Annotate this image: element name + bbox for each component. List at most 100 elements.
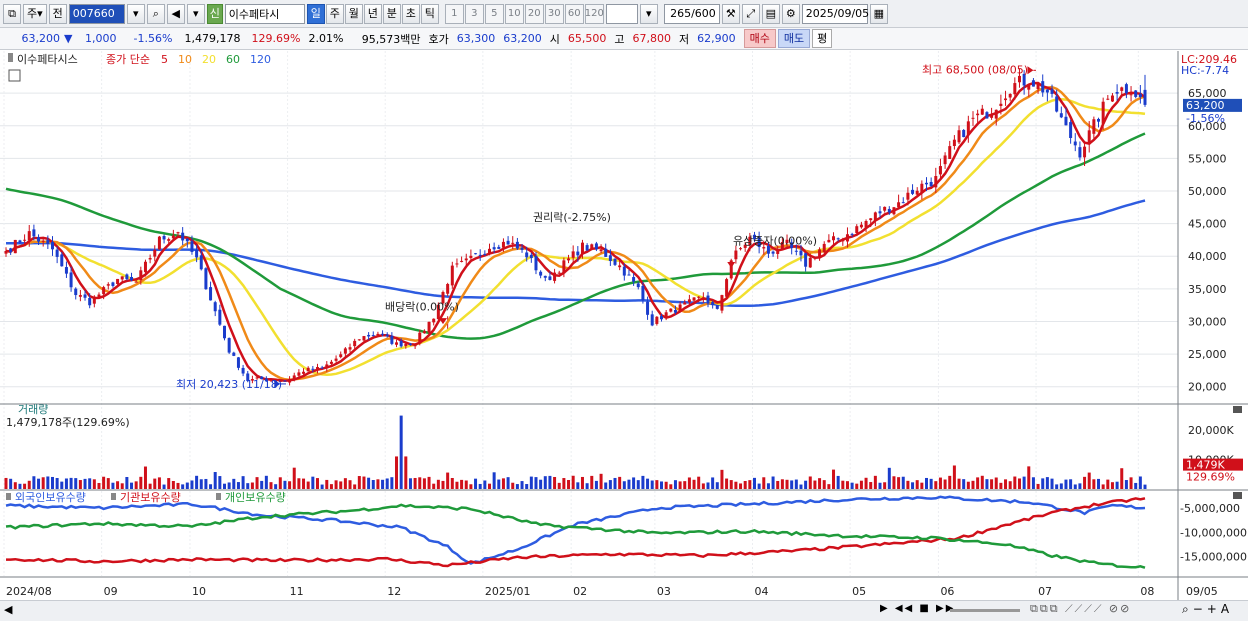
candle-body — [27, 231, 31, 241]
minute-tab-30[interactable]: 30 — [544, 3, 564, 24]
volume-bar — [534, 477, 538, 489]
x-tick-label: 04 — [754, 585, 768, 598]
volume-bar — [264, 475, 268, 489]
minute-tab-120[interactable]: 120 — [585, 3, 604, 24]
minute-tab-60[interactable]: 60 — [564, 3, 584, 24]
count-field[interactable]: 265/600 — [663, 3, 720, 24]
last-price-label: 63,200 — [1186, 99, 1225, 112]
candle-body — [302, 371, 306, 374]
code-input[interactable]: 007660 — [68, 3, 125, 24]
tools-icon[interactable]: ⚒ — [721, 3, 740, 24]
volume-bar — [897, 477, 901, 489]
volume-panel-close-icon — [1233, 406, 1242, 413]
last-price-pct: -1.56% — [1186, 112, 1225, 125]
volume-ratio: 129.69% — [251, 32, 301, 45]
volume-bar — [869, 482, 873, 489]
volume-bar — [432, 483, 436, 489]
period-tab-5[interactable]: 초 — [401, 3, 420, 24]
candle-body — [1143, 89, 1147, 105]
minute-tab-20[interactable]: 20 — [524, 3, 544, 24]
zoom-slider[interactable] — [950, 609, 1020, 612]
volume-title: 거래량 — [18, 403, 48, 416]
x-tick-label: 06 — [940, 585, 954, 598]
save-icon[interactable]: ▤ — [761, 3, 780, 24]
search-icon[interactable]: ⌕ — [146, 3, 165, 24]
candle-body — [23, 239, 27, 241]
candle-body — [794, 250, 798, 252]
candle-body — [1134, 90, 1138, 97]
volume-bar — [474, 478, 478, 489]
candle-body — [683, 302, 687, 305]
period-tab-4[interactable]: 분 — [382, 3, 401, 24]
volume-bar — [822, 480, 826, 489]
minute-custom-input[interactable] — [605, 3, 638, 24]
open-price: 65,500 — [567, 32, 607, 45]
volume-bar — [618, 476, 622, 489]
volume-bar — [962, 479, 966, 489]
candle-body — [102, 287, 106, 295]
calendar-icon[interactable]: ▦ — [869, 3, 888, 24]
minute-tab-5[interactable]: 5 — [484, 3, 504, 24]
period-tab-1[interactable]: 주 — [325, 3, 344, 24]
prev-button[interactable]: 전 — [48, 3, 67, 24]
draw-icon[interactable]: ⤢ — [741, 3, 760, 24]
chart-area[interactable]: 65,00060,00055,00050,00045,00040,00035,0… — [0, 51, 1248, 600]
candle-body — [576, 251, 580, 256]
volume-bar — [929, 478, 933, 489]
volume-bar — [887, 467, 891, 489]
period-tab-2[interactable]: 월 — [344, 3, 363, 24]
speaker-icon[interactable]: ◀ — [166, 3, 185, 24]
x-tick-label: 08 — [1140, 585, 1154, 598]
window-icon[interactable]: ⧉ — [3, 3, 21, 24]
stock-name-field[interactable]: 이수페타시 — [224, 3, 305, 24]
volume-bar — [938, 477, 942, 489]
candle-body — [432, 318, 436, 323]
candle-body — [288, 379, 292, 383]
candle-body — [529, 254, 533, 259]
volume-bar — [185, 482, 189, 489]
volume-bar — [715, 482, 719, 489]
period-tab-0[interactable]: 일 — [306, 3, 325, 24]
period-tab-6[interactable]: 틱 — [420, 3, 439, 24]
volume-bar — [501, 478, 505, 489]
speaker-dropdown-icon[interactable]: ▾ — [186, 3, 205, 24]
chart-tool-icons[interactable]: ⧉⧉⧉ ⟋⟋⟋⟋ ⊘⊘ — [1030, 602, 1131, 616]
volume-bar — [1083, 476, 1087, 489]
playback-controls-icon[interactable]: ▶ ◀◀ ■ ▶▶ — [880, 603, 955, 614]
gear-icon[interactable]: ⚙ — [781, 3, 800, 24]
volume-bar — [1110, 482, 1114, 489]
volume-bar — [46, 476, 50, 489]
avg-button[interactable]: 평 — [812, 29, 833, 48]
candle-body — [678, 304, 682, 311]
market-select[interactable]: 주 ▾ — [23, 3, 47, 24]
credit-badge: 신 — [206, 3, 223, 24]
period-tab-3[interactable]: 년 — [363, 3, 382, 24]
scroll-left-icon[interactable]: ◀ — [4, 603, 12, 616]
volume-bar — [999, 482, 1003, 489]
minute-tab-3[interactable]: 3 — [464, 3, 484, 24]
dividend-annotation: 배당락(0.00%) — [385, 300, 459, 313]
candle-body — [1087, 130, 1091, 145]
candle-body — [1064, 116, 1068, 126]
volume-bar — [1013, 476, 1017, 489]
volume-bar — [97, 482, 101, 489]
candle-body — [892, 207, 896, 215]
volume-bar — [288, 481, 292, 489]
zoom-icons[interactable]: ⌕−+A — [1182, 602, 1233, 617]
buy-button[interactable]: 매수 — [743, 29, 776, 48]
volume-bar — [832, 469, 836, 489]
volume-bar — [143, 466, 147, 489]
candle-body — [553, 272, 557, 281]
volume-bar — [153, 478, 157, 489]
x-tick-label: 11 — [290, 585, 304, 598]
minute-tab-10[interactable]: 10 — [504, 3, 524, 24]
volume-bar — [864, 477, 868, 489]
volume-bar — [734, 481, 738, 489]
date-field[interactable]: 2025/09/05 — [801, 3, 869, 24]
minute-dropdown-icon[interactable]: ▾ — [639, 3, 658, 24]
volume: 1,479,178 — [184, 32, 241, 45]
sell-button[interactable]: 매도 — [777, 29, 811, 48]
minute-tab-1[interactable]: 1 — [444, 3, 464, 24]
code-dropdown-icon[interactable]: ▾ — [126, 3, 145, 24]
volume-bar — [292, 467, 296, 489]
